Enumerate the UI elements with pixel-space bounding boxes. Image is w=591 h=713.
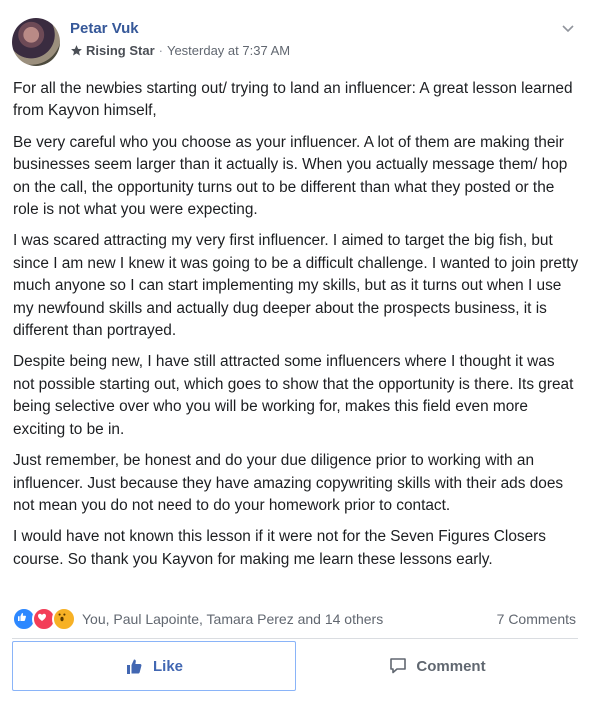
facebook-post: Petar Vuk Rising Star · Yesterday at 7:3… (0, 0, 591, 713)
rising-star-badge[interactable]: Rising Star (70, 43, 155, 58)
wow-icon (52, 607, 76, 631)
post-paragraph: For all the newbies starting out/ trying… (13, 80, 573, 120)
meta-separator: · (158, 43, 163, 58)
chevron-down-icon[interactable] (560, 20, 576, 36)
reaction-icons[interactable] (12, 607, 76, 631)
reactions-bar: You, Paul Lapointe, Tamara Perez and 14 … (12, 605, 578, 633)
comment-icon (390, 658, 407, 674)
post-timestamp[interactable]: Yesterday at 7:37 AM (167, 43, 290, 58)
like-button-label: Like (152, 657, 183, 675)
comments-count[interactable]: 7 Comments (497, 611, 576, 627)
post-paragraph: Despite being new, I have still attracte… (13, 353, 574, 438)
post-paragraph: Just remember, be honest and do your due… (13, 452, 564, 514)
like-button[interactable]: Like (12, 641, 296, 691)
post-paragraph: I would have not known this lesson if it… (13, 528, 546, 568)
post-meta: Rising Star · Yesterday at 7:37 AM (70, 43, 290, 58)
author-name[interactable]: Petar Vuk (70, 20, 139, 37)
comment-button[interactable]: Comment (296, 641, 578, 691)
post-paragraph: I was scared attracting my very first in… (13, 232, 579, 340)
thumbs-up-icon (126, 659, 142, 674)
avatar[interactable] (12, 18, 60, 66)
post-actions: Like Comment (12, 641, 578, 691)
divider (12, 638, 578, 639)
comment-button-label: Comment (416, 657, 486, 675)
post-paragraph: Be very careful who you choose as your i… (13, 133, 568, 219)
badge-label: Rising Star (86, 43, 155, 58)
star-icon (71, 45, 82, 56)
post-body: For all the newbies starting out/ trying… (13, 78, 579, 580)
reaction-names[interactable]: You, Paul Lapointe, Tamara Perez and 14 … (82, 611, 497, 627)
post-header: Petar Vuk Rising Star · Yesterday at 7:3… (12, 16, 582, 72)
